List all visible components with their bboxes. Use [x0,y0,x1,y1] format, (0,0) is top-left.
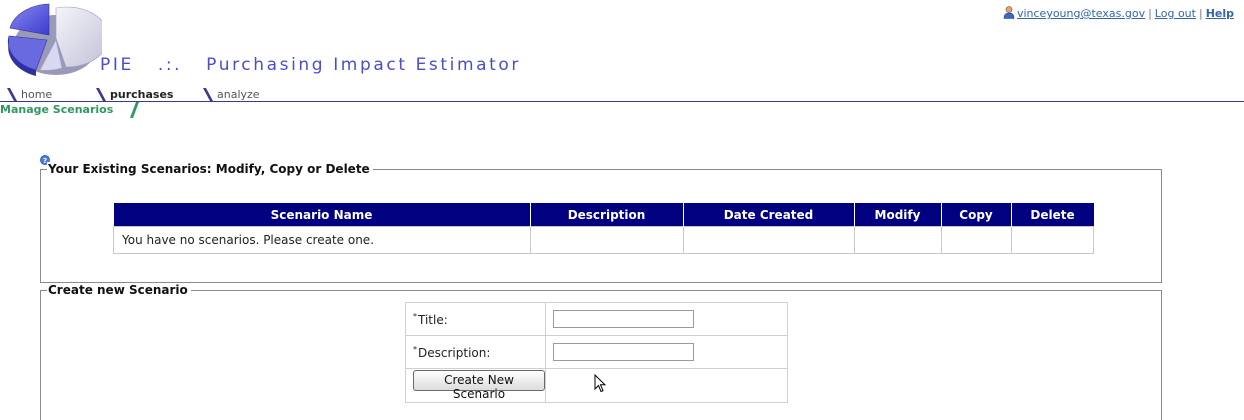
table-header-row: Scenario Name Description Date Created M… [113,203,1094,227]
pie-logo [6,0,109,90]
col-delete: Delete [1011,203,1094,227]
subtab-slash-icon [130,102,140,122]
title-label: Title: [418,312,448,327]
existing-scenarios-legend: Your Existing Scenarios: Modify, Copy or… [47,162,373,176]
app-title: PIE .:. Purchasing Impact Estimator [100,55,522,75]
mouse-cursor-icon [594,373,607,397]
title-input[interactable] [553,310,694,328]
col-date-created: Date Created [683,203,855,227]
empty-cell [545,368,788,403]
create-scenario-legend: Create new Scenario [47,283,191,297]
table-row: You have no scenarios. Please create one… [113,226,1094,254]
user-icon [1003,6,1015,22]
description-input[interactable] [553,343,694,361]
logout-link[interactable]: Log out [1155,7,1196,20]
title-label-cell: *Title: [405,302,546,336]
description-label-cell: *Description: [405,335,546,369]
col-scenario-name: Scenario Name [113,203,531,227]
create-new-scenario-button[interactable]: Create New Scenario [413,370,545,401]
separator: | [1148,7,1152,20]
user-email-link[interactable]: vinceyoung@texas.gov [1017,7,1145,20]
scenario-table: Scenario Name Description Date Created M… [113,203,1094,254]
required-mark: * [413,344,417,354]
user-bar: vinceyoung@texas.gov | Log out | Help [1003,6,1234,22]
col-modify: Modify [854,203,942,227]
required-mark: * [413,311,417,321]
button-cell: Create New Scenario [405,368,546,403]
tab-label: home [21,88,53,101]
tab-label: purchases [110,88,174,101]
title-row: *Title: [405,302,788,336]
tab-bar: home purchases analyze [0,88,1244,102]
existing-scenarios-fieldset: Your Existing Scenarios: Modify, Copy or… [40,162,1162,283]
description-label: Description: [418,345,491,360]
tab-label: analyze [217,88,260,101]
table-cell [682,226,855,254]
col-description: Description [530,203,684,227]
empty-message: You have no scenarios. Please create one… [113,226,531,254]
table-cell [1010,226,1094,254]
table-cell [529,226,684,254]
title-field-cell [545,302,788,336]
separator: | [1198,7,1203,20]
col-copy: Copy [941,203,1012,227]
description-field-cell [545,335,788,369]
description-row: *Description: [405,335,788,369]
subtab-manage-scenarios[interactable]: Manage Scenarios [0,103,113,116]
create-scenario-fieldset: Create new Scenario *Title: *Description… [40,283,1162,420]
table-cell [853,226,942,254]
table-cell [940,226,1012,254]
help-link[interactable]: Help [1206,7,1234,20]
